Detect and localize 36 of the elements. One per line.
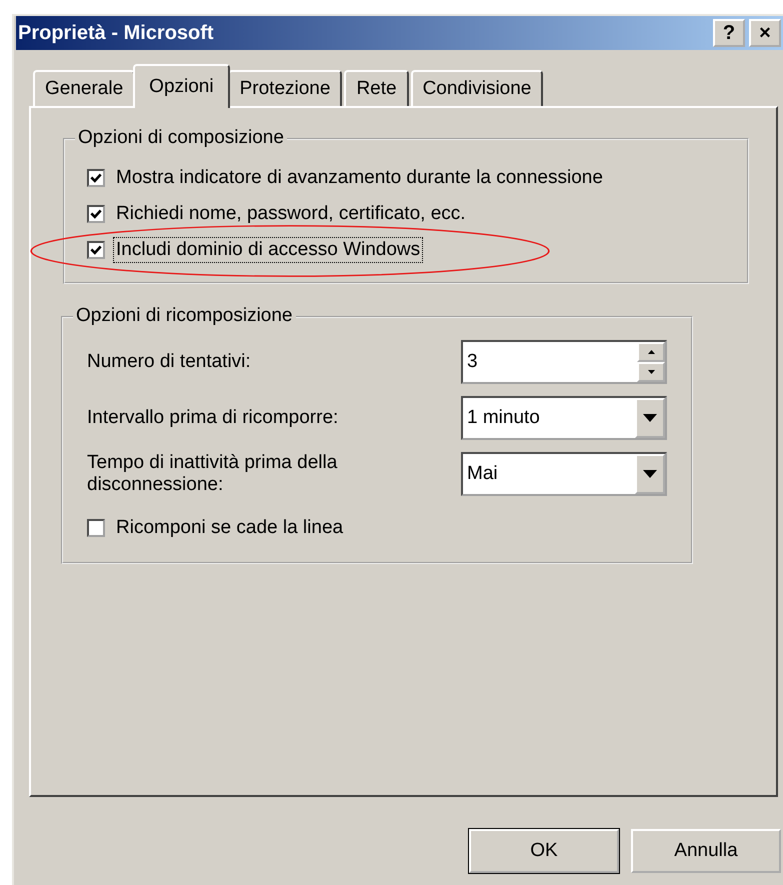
- group-title: Opzioni di composizione: [75, 127, 287, 149]
- help-button[interactable]: ?: [713, 19, 745, 47]
- check-icon: [89, 207, 103, 221]
- dropdown-arrow-button[interactable]: [635, 398, 665, 438]
- tab[interactable]: Condivisione: [410, 70, 544, 106]
- checkbox-label: Mostra indicatore di avanzamento durante la connessione: [115, 166, 604, 190]
- down-arrow-icon: [643, 470, 657, 478]
- check-icon: [89, 171, 103, 185]
- check-icon: [89, 243, 103, 257]
- down-arrow-icon: [643, 414, 657, 422]
- dropdown[interactable]: Mai: [461, 452, 667, 496]
- cancel-button[interactable]: Annulla: [631, 829, 781, 873]
- checkbox[interactable]: [87, 241, 105, 259]
- checkbox-label: Ricomponi se cade la linea: [115, 516, 344, 540]
- tab[interactable]: Protezione: [228, 70, 342, 106]
- field-label: Intervallo prima di ricomporre:: [87, 407, 340, 429]
- number-spinner[interactable]: 3: [461, 340, 667, 384]
- window-title: Proprietà - Microsoft: [18, 22, 214, 44]
- down-arrow-icon: [648, 370, 654, 374]
- up-arrow-icon: [648, 350, 654, 354]
- dropdown[interactable]: 1 minuto: [461, 396, 667, 440]
- checkbox-label: Includi dominio di accesso Windows: [113, 237, 424, 263]
- tab[interactable]: Rete: [344, 70, 409, 106]
- checkbox[interactable]: [87, 169, 105, 187]
- field-label: Numero di tentativi:: [87, 351, 252, 373]
- checkbox[interactable]: [87, 205, 105, 223]
- ok-button[interactable]: OK: [469, 829, 619, 873]
- checkbox-label: Richiedi nome, password, certificato, ecc.: [115, 202, 467, 226]
- tab[interactable]: Opzioni: [133, 64, 230, 108]
- dropdown-arrow-button[interactable]: [635, 454, 665, 494]
- spin-up-button[interactable]: [637, 342, 665, 362]
- spin-down-button[interactable]: [637, 362, 665, 382]
- close-button[interactable]: ×: [749, 19, 781, 47]
- field-label: Tempo di inattività prima della disconnessione:: [87, 452, 338, 496]
- group-title: Opzioni di ricomposizione: [73, 305, 296, 327]
- checkbox[interactable]: [87, 519, 105, 537]
